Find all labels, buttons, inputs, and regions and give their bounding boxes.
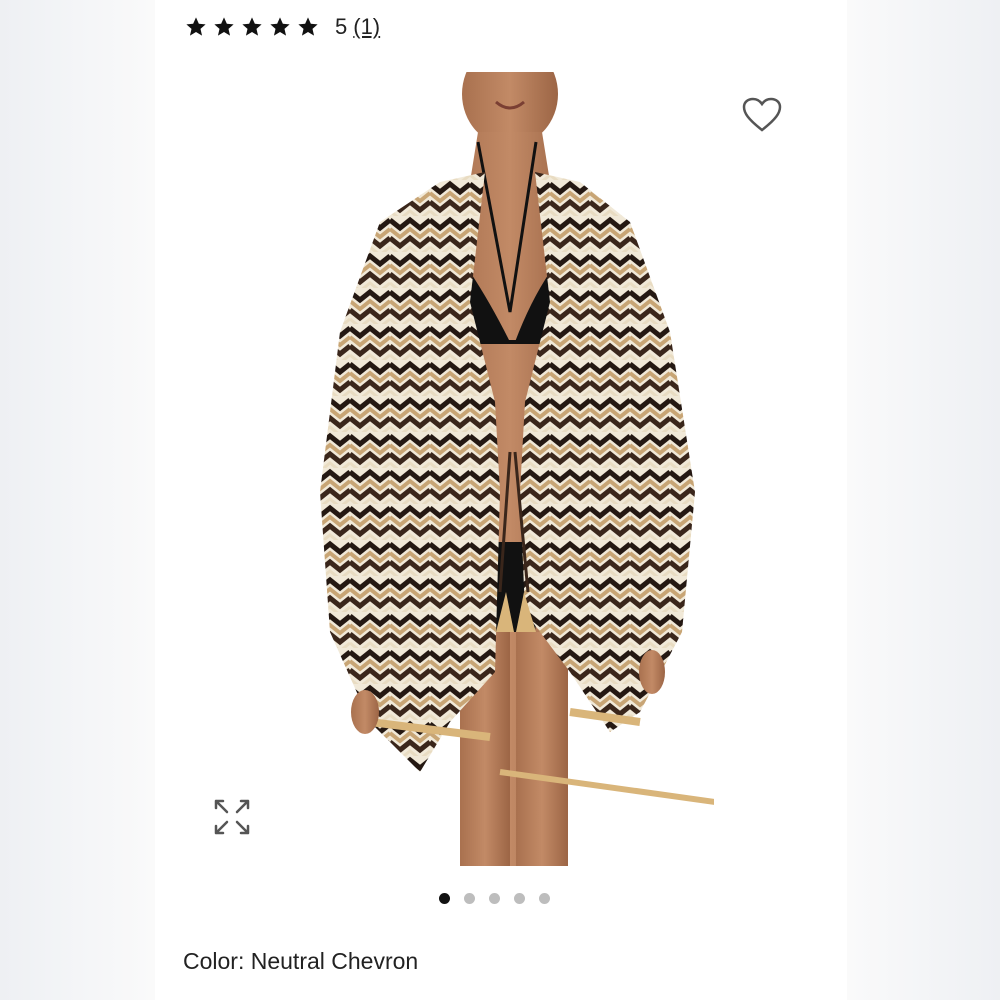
star-icon bbox=[270, 17, 290, 36]
carousel-dot[interactable] bbox=[464, 893, 475, 904]
star-icon bbox=[298, 17, 318, 36]
product-card: 5 (1) Color: Neutral Chevron bbox=[155, 0, 847, 1000]
heart-outline-icon[interactable] bbox=[742, 97, 782, 133]
carousel-dot[interactable] bbox=[439, 893, 450, 904]
rating-stars bbox=[185, 16, 319, 38]
star-icon bbox=[186, 17, 206, 36]
star-icon bbox=[214, 17, 234, 36]
rating-row[interactable]: 5 (1) bbox=[185, 12, 380, 42]
carousel-dot[interactable] bbox=[539, 893, 550, 904]
carousel-dot[interactable] bbox=[489, 893, 500, 904]
star-icon bbox=[242, 17, 262, 36]
expand-arrows-icon[interactable] bbox=[213, 798, 251, 836]
carousel-dots bbox=[439, 893, 550, 904]
rating-text: 5 (1) bbox=[335, 14, 380, 40]
rating-score: 5 bbox=[335, 14, 348, 39]
selected-color-label: Color: Neutral Chevron bbox=[183, 948, 419, 974]
left-gutter bbox=[0, 0, 155, 1000]
right-gutter bbox=[847, 0, 1000, 1000]
product-image[interactable] bbox=[310, 72, 714, 866]
review-count-link[interactable]: (1) bbox=[353, 14, 380, 40]
carousel-dot[interactable] bbox=[514, 893, 525, 904]
